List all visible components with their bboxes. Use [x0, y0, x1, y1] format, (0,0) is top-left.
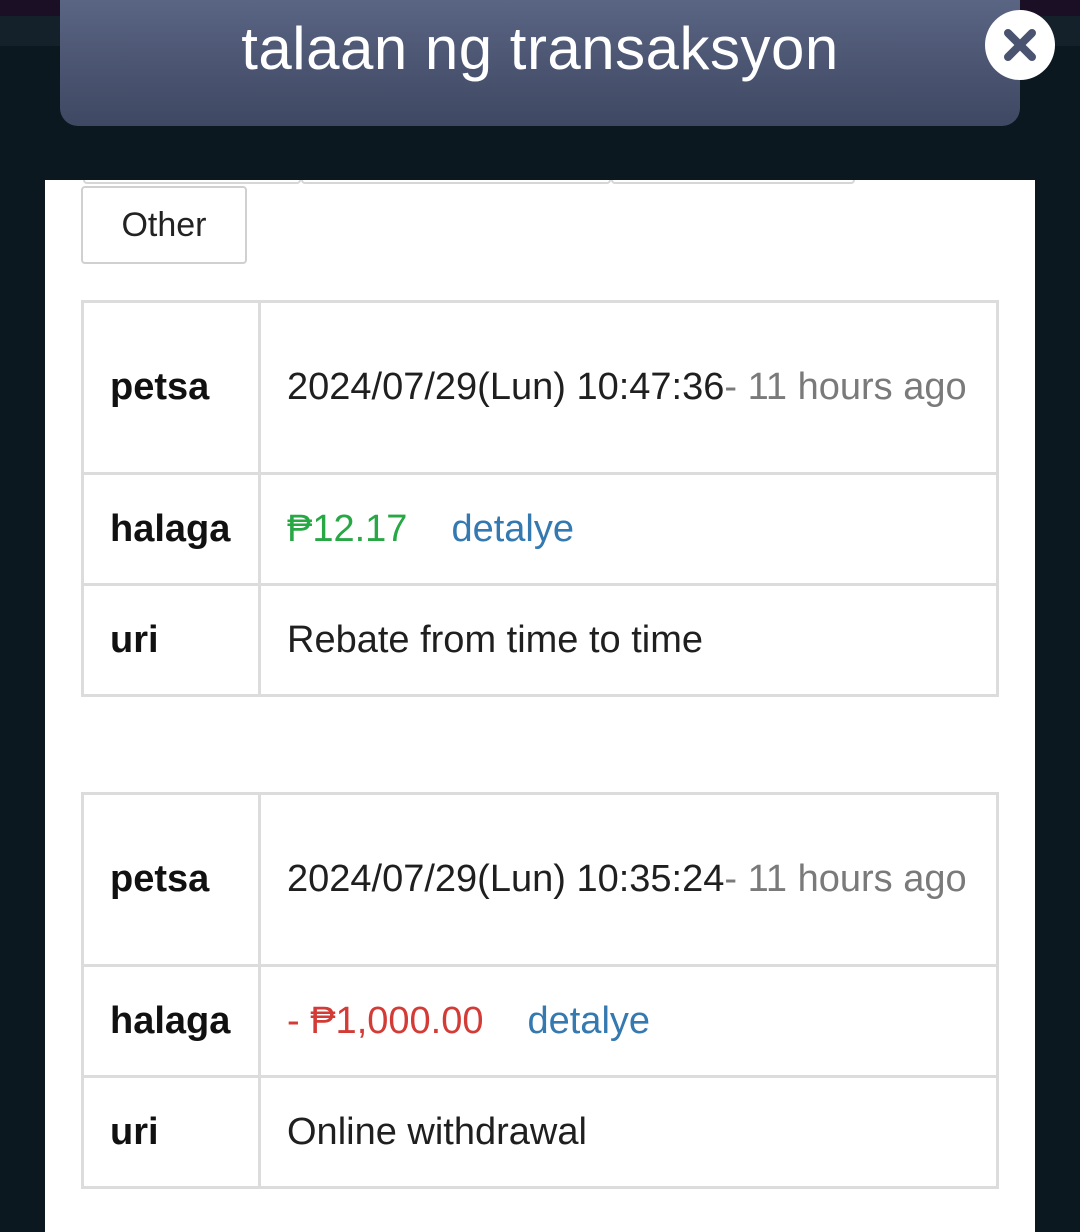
transaction-card: petsa 2024/07/29(Lun) 10:35:24- 11 hours… — [81, 792, 999, 1189]
amount-text: ₱12.17 — [287, 507, 408, 550]
date-label: petsa — [81, 792, 261, 967]
close-button[interactable] — [985, 10, 1055, 80]
date-value: 2024/07/29(Lun) 10:35:24- 11 hours ago — [258, 792, 999, 967]
amount-row: halaga - ₱1,000.00 detalye — [81, 964, 999, 1078]
type-row: uri Online withdrawal — [81, 1075, 999, 1189]
type-row: uri Rebate from time to time — [81, 583, 999, 697]
tab-other[interactable]: Other — [81, 186, 247, 264]
type-label: uri — [81, 1075, 261, 1189]
type-value: Rebate from time to time — [258, 583, 999, 697]
amount-value: ₱12.17 detalye — [258, 472, 999, 586]
relative-time: - 11 hours ago — [724, 366, 967, 408]
amount-text: - ₱1,000.00 — [287, 999, 484, 1042]
modal-header: talaan ng transaksyon — [60, 0, 1055, 126]
type-value: Online withdrawal — [258, 1075, 999, 1189]
amount-label: halaga — [81, 964, 261, 1078]
detail-link[interactable]: detalye — [451, 508, 574, 550]
close-icon — [1004, 29, 1036, 61]
relative-time: - 11 hours ago — [724, 858, 967, 900]
transaction-list: Other petsa 2024/07/29(Lun) 10:47:36- 11… — [45, 180, 1035, 1232]
date-text: 2024/07/29(Lun) 10:35:24 — [287, 858, 725, 900]
modal-title: talaan ng transaksyon — [241, 15, 839, 82]
tab-stub[interactable] — [301, 180, 611, 184]
date-row: petsa 2024/07/29(Lun) 10:35:24- 11 hours… — [81, 792, 999, 967]
amount-value: - ₱1,000.00 detalye — [258, 964, 999, 1078]
tab-stub[interactable] — [83, 180, 301, 184]
tab-stub[interactable] — [611, 180, 855, 184]
date-value: 2024/07/29(Lun) 10:47:36- 11 hours ago — [258, 300, 999, 475]
amount-label: halaga — [81, 472, 261, 586]
detail-link[interactable]: detalye — [527, 1000, 650, 1042]
transaction-card: petsa 2024/07/29(Lun) 10:47:36- 11 hours… — [81, 300, 999, 697]
amount-row: halaga ₱12.17 detalye — [81, 472, 999, 586]
date-row: petsa 2024/07/29(Lun) 10:47:36- 11 hours… — [81, 300, 999, 475]
type-label: uri — [81, 583, 261, 697]
date-label: petsa — [81, 300, 261, 475]
date-text: 2024/07/29(Lun) 10:47:36 — [287, 366, 725, 408]
